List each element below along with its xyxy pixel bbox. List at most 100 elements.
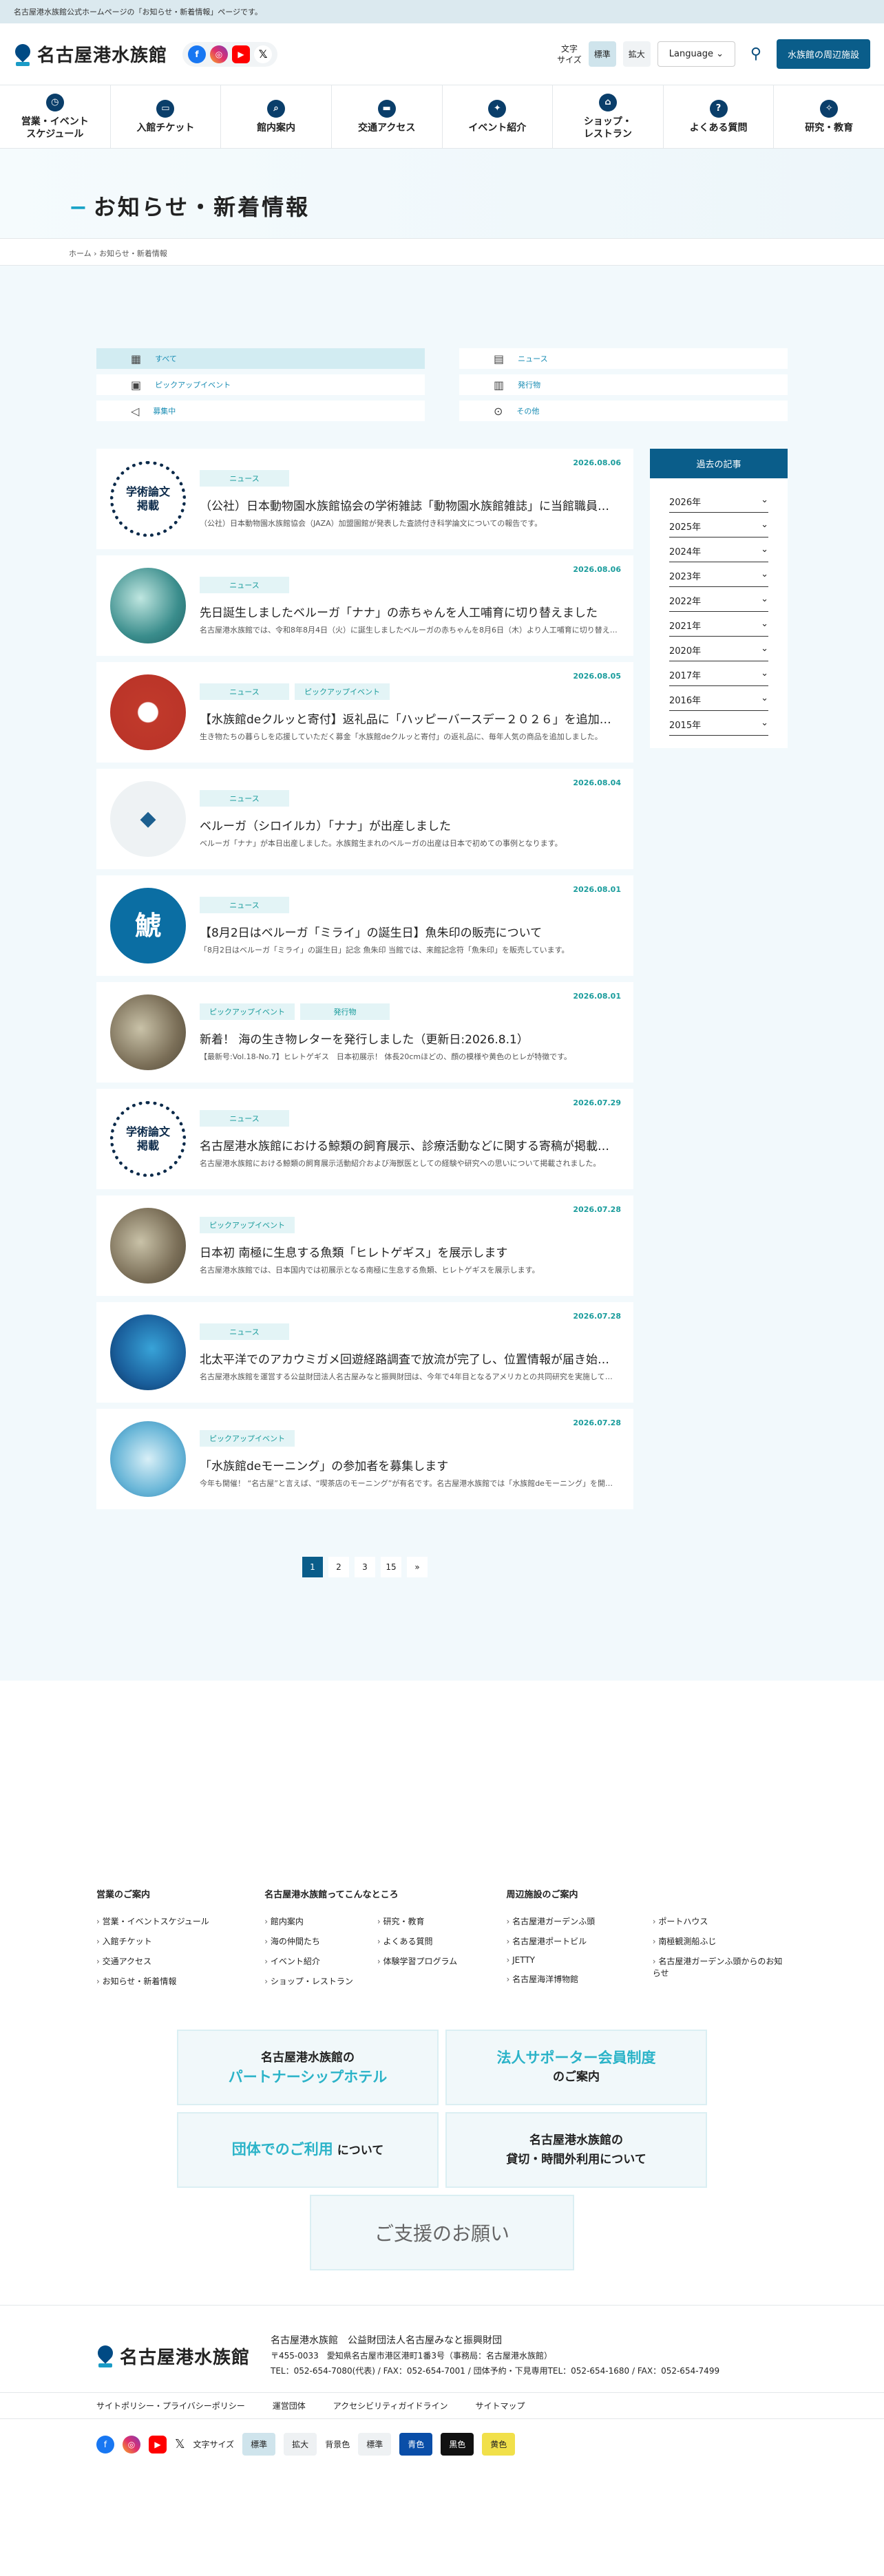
archive-year[interactable]: 2024年 ⌄ xyxy=(669,537,768,562)
footer-link[interactable]: 名古屋海洋博物館 xyxy=(506,1973,641,1985)
support-banner[interactable]: ご支援のお願い xyxy=(310,2195,574,2270)
footer-link[interactable]: イベント紹介 xyxy=(264,1955,366,1967)
nearby-facilities-button[interactable]: 水族館の周辺施設 xyxy=(776,39,870,69)
font-size-standard-button[interactable]: 標準 xyxy=(242,2433,276,2456)
language-select[interactable]: Language ⌄ xyxy=(657,41,735,67)
news-title[interactable]: 新着！ 海の生き物レターを発行しました（更新日:2026.8.1） xyxy=(200,1030,620,1047)
policy-link[interactable]: サイトマップ xyxy=(475,2400,525,2412)
category-news[interactable]: ▤ ニュース xyxy=(459,348,788,369)
news-card[interactable]: ピックアップイベント 「水族館deモーニング」の参加者を募集します 今年も開催！ “… xyxy=(96,1409,633,1509)
archive-year[interactable]: 2022年 ⌄ xyxy=(669,587,768,612)
banner-partner-hotel[interactable]: 名古屋港水族館の パートナーシップホテル xyxy=(177,2030,439,2105)
footer-link[interactable]: 名古屋港ガーデンふ頭からのお知らせ xyxy=(653,1955,788,1979)
news-card[interactable]: ニュース 北太平洋でのアカウミガメ回遊経路調査で放流が完了し、位置情報が届き始めま… xyxy=(96,1302,633,1403)
nav-item[interactable]: ⌕ 館内案内 xyxy=(221,85,332,148)
page-button[interactable]: 15 xyxy=(381,1557,401,1577)
font-size-large-button[interactable]: 拡大 xyxy=(284,2433,317,2456)
footer-link[interactable]: 名古屋港ガーデンふ頭 xyxy=(506,1915,641,1927)
policy-link[interactable]: 運営団体 xyxy=(273,2400,306,2412)
news-card[interactable]: 学術論文 掲載 ニュース 名古屋港水族館における鯨類の飼育展示、診療活動などに関する… xyxy=(96,1089,633,1189)
news-card[interactable]: ピックアップイベント 日本初 南極に生息する魚類「ヒレトゲギス」を展示します 名古屋… xyxy=(96,1195,633,1296)
page-button[interactable]: 1 xyxy=(302,1557,323,1577)
footer-link[interactable]: 体験学習プログラム xyxy=(377,1955,479,1967)
nav-item[interactable]: ▭ 入館チケット xyxy=(111,85,222,148)
youtube-icon[interactable]: ▶ xyxy=(149,2435,167,2453)
category-publication[interactable]: ▥ 発行物 xyxy=(459,374,788,395)
footer-link[interactable]: JETTY xyxy=(506,1955,641,1965)
archive-year[interactable]: 2015年 ⌄ xyxy=(669,711,768,736)
font-size-standard-button[interactable]: 標準 xyxy=(588,41,616,67)
category-all[interactable]: ▦ すべて xyxy=(96,348,425,369)
banner-group-use[interactable]: 団体でのご利用 について xyxy=(177,2112,439,2188)
nav-item[interactable]: ✦ イベント紹介 xyxy=(443,85,554,148)
archive-year[interactable]: 2025年 ⌄ xyxy=(669,513,768,537)
youtube-icon[interactable]: ▶ xyxy=(232,45,251,63)
policy-link[interactable]: サイトポリシー・プライバシーポリシー xyxy=(96,2400,245,2412)
footer-link[interactable]: 入館チケット xyxy=(96,1935,237,1947)
news-card[interactable]: ニュース 先日誕生しましたベルーガ「ナナ」の赤ちゃんを人工哺育に切り替えました 名古… xyxy=(96,555,633,656)
banner-corporate-supporter[interactable]: 法人サポーター会員制度 のご案内 xyxy=(445,2030,707,2105)
footer-link[interactable]: 交通アクセス xyxy=(96,1955,237,1967)
news-title[interactable]: ベルーガ（シロイルカ）「ナナ」が出産しました xyxy=(200,816,620,833)
news-title[interactable]: 先日誕生しましたベルーガ「ナナ」の赤ちゃんを人工哺育に切り替えました xyxy=(200,603,620,620)
footer-link[interactable]: 名古屋港ポートビル xyxy=(506,1935,641,1947)
page-button[interactable]: 3 xyxy=(355,1557,375,1577)
category-recruiting[interactable]: ◁ 募集中 xyxy=(96,401,425,421)
nav-item[interactable]: ◷ 営業・イベント スケジュール xyxy=(0,85,111,148)
archive-year[interactable]: 2026年 ⌄ xyxy=(669,488,768,513)
nav-item[interactable]: ⌂ ショップ・ レストラン xyxy=(553,85,664,148)
archive-year[interactable]: 2017年 ⌄ xyxy=(669,661,768,686)
x-icon[interactable]: 𝕏 xyxy=(175,2437,185,2451)
archive-year-label: 2015年 xyxy=(669,721,702,731)
footer-link[interactable]: 館内案内 xyxy=(264,1915,366,1927)
footer-link[interactable]: よくある質問 xyxy=(377,1935,479,1947)
pagination: 1 2 3 15 » xyxy=(96,1557,633,1577)
archive-year[interactable]: 2016年 ⌄ xyxy=(669,686,768,711)
bg-yellow-button[interactable]: 黄色 xyxy=(482,2433,516,2456)
x-icon[interactable]: 𝕏 xyxy=(254,45,273,63)
news-title[interactable]: 「水族館deモーニング」の参加者を募集します xyxy=(200,1456,620,1473)
font-size-large-button[interactable]: 拡大 xyxy=(622,41,651,67)
news-card[interactable]: ピックアップイベント 発行物 新着！ 海の生き物レターを発行しました（更新日:202… xyxy=(96,982,633,1083)
news-card[interactable]: 学術論文 掲載 ニュース （公社）日本動物園水族館協会の学術雑誌「動物園水族館雑誌」… xyxy=(96,449,633,549)
bg-black-button[interactable]: 黒色 xyxy=(441,2433,474,2456)
footer-link[interactable]: お知らせ・新着情報 xyxy=(96,1975,237,1987)
nav-item[interactable]: ▬ 交通アクセス xyxy=(332,85,443,148)
site-logo[interactable]: 名古屋港水族館 xyxy=(12,40,167,67)
footer-link[interactable]: 南極観測船ふじ xyxy=(653,1935,788,1947)
news-title[interactable]: 【水族館deクルッと寄付】返礼品に「ハッピーバースデー２０２６」を追加しました xyxy=(200,710,620,727)
nav-item[interactable]: ? よくある質問 xyxy=(664,85,775,148)
news-title[interactable]: 名古屋港水族館における鯨類の飼育展示、診療活動などに関する寄稿が掲載されました xyxy=(200,1136,620,1153)
breadcrumb-home[interactable]: ホーム xyxy=(69,249,92,258)
news-title[interactable]: （公社）日本動物園水族館協会の学術雑誌「動物園水族館雑誌」に当館職員の論文が掲載… xyxy=(200,496,620,513)
footer-link[interactable]: ポートハウス xyxy=(653,1915,788,1927)
category-pickup[interactable]: ▣ ピックアップイベント xyxy=(96,374,425,395)
next-page-button[interactable]: » xyxy=(407,1557,428,1577)
archive-year[interactable]: 2020年 ⌄ xyxy=(669,637,768,661)
footer-link[interactable]: 営業・イベントスケジュール xyxy=(96,1915,237,1927)
news-card[interactable]: 鯱ニュース 【8月2日はベルーガ「ミライ」の誕生日】魚朱印の販売について 「8月2日… xyxy=(96,875,633,976)
page-button[interactable]: 2 xyxy=(328,1557,349,1577)
news-card[interactable]: ニュース ピックアップイベント 【水族館deクルッと寄付】返礼品に「ハッピーバースデ… xyxy=(96,662,633,763)
category-other[interactable]: ⊙ その他 xyxy=(459,401,788,421)
bg-blue-button[interactable]: 青色 xyxy=(399,2433,433,2456)
instagram-icon[interactable]: ◎ xyxy=(210,45,229,63)
footer-link[interactable]: 海の仲間たち xyxy=(264,1935,366,1947)
facebook-icon[interactable]: f xyxy=(96,2435,114,2453)
footer-link[interactable]: 研究・教育 xyxy=(377,1915,479,1927)
footer-logo[interactable]: 名古屋港水族館 xyxy=(94,2342,250,2369)
news-title[interactable]: 【8月2日はベルーガ「ミライ」の誕生日】魚朱印の販売について xyxy=(200,923,620,940)
archive-year[interactable]: 2023年 ⌄ xyxy=(669,562,768,587)
news-title[interactable]: 北太平洋でのアカウミガメ回遊経路調査で放流が完了し、位置情報が届き始めました xyxy=(200,1350,620,1367)
policy-link[interactable]: アクセシビリティガイドライン xyxy=(333,2400,448,2412)
instagram-icon[interactable]: ◎ xyxy=(123,2435,140,2453)
facebook-icon[interactable]: f xyxy=(188,45,207,63)
news-card[interactable]: ◆ ニュース ベルーガ（シロイルカ）「ナナ」が出産しました ベルーガ「ナナ」が本日出産… xyxy=(96,769,633,869)
bg-standard-button[interactable]: 標準 xyxy=(358,2433,392,2456)
banner-private-use[interactable]: 名古屋港水族館の 貸切・時間外利用について xyxy=(445,2112,707,2188)
footer-link[interactable]: ショップ・レストラン xyxy=(264,1975,366,1987)
search-icon[interactable]: ⚲ xyxy=(742,41,770,68)
nav-item[interactable]: ✧ 研究・教育 xyxy=(774,85,884,148)
archive-year[interactable]: 2021年 ⌄ xyxy=(669,612,768,637)
news-title[interactable]: 日本初 南極に生息する魚類「ヒレトゲギス」を展示します xyxy=(200,1243,620,1260)
